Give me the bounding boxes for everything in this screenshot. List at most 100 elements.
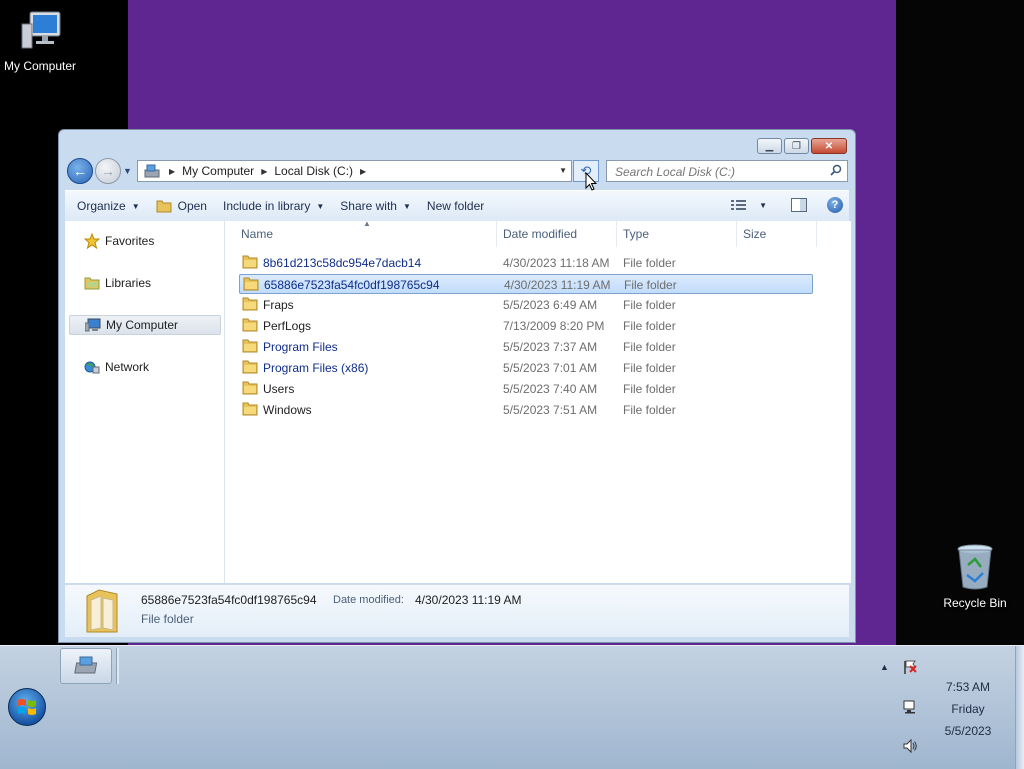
command-bar: Organize ▼ Open Include in library ▼ Sha…: [65, 190, 849, 222]
file-name: Program Files: [263, 340, 338, 354]
file-date: 5/5/2023 7:01 AM: [503, 361, 598, 375]
crumb-separator-icon[interactable]: ▶: [169, 167, 175, 176]
file-type: File folder: [623, 361, 676, 375]
crumb-separator-icon[interactable]: ▶: [261, 167, 267, 176]
file-type: File folder: [624, 278, 677, 292]
clock-day: Friday: [951, 702, 985, 716]
folder-icon: [242, 339, 258, 353]
column-label-size: Size: [743, 227, 767, 241]
forward-button[interactable]: →: [95, 158, 121, 184]
arrow-right-icon: →: [101, 163, 115, 179]
show-desktop-button[interactable]: [1015, 646, 1024, 769]
restore-button[interactable]: ❐: [784, 138, 809, 154]
file-type: File folder: [623, 382, 676, 396]
open-button[interactable]: Open: [148, 191, 215, 221]
include-in-library-button[interactable]: Include in library ▼: [215, 191, 332, 221]
file-row-selected[interactable]: 65886e7523fa54fc0df198765c94 4/30/2023 1…: [239, 274, 813, 294]
open-label: Open: [177, 199, 207, 213]
close-button[interactable]: ✕: [811, 138, 847, 154]
libraries-icon: [83, 275, 101, 291]
details-date-label: Date modified:: [333, 594, 404, 606]
file-date: 4/30/2023 11:18 AM: [503, 256, 610, 270]
nav-label-libraries: Libraries: [105, 276, 152, 290]
file-type: File folder: [623, 340, 676, 354]
file-date: 5/5/2023 7:51 AM: [503, 403, 598, 417]
star-icon: [83, 233, 101, 249]
taskbar-explorer-button[interactable]: [60, 648, 112, 684]
navigation-row: ← → ▼ ▶ My Computer ▶ Local Disk (C:) ▶ …: [65, 158, 849, 188]
details-type: File folder: [141, 612, 194, 626]
folder-icon: [242, 360, 258, 374]
breadcrumb-local-disk[interactable]: Local Disk (C:): [274, 164, 353, 178]
file-row[interactable]: 8b61d213c58dc954e7dacb14 4/30/2023 11:18…: [239, 253, 813, 273]
folder-icon: [243, 277, 259, 291]
organize-button[interactable]: Organize ▼: [69, 191, 148, 221]
file-type: File folder: [623, 256, 676, 270]
chevron-down-icon: ▼: [759, 200, 767, 210]
minimize-button[interactable]: ▁: [757, 138, 782, 154]
taskbar-clock[interactable]: 7:53 AM Friday 5/5/2023: [930, 676, 1006, 742]
details-pane: 65886e7523fa54fc0df198765c94 Date modifi…: [65, 584, 849, 637]
help-icon: ?: [831, 199, 839, 211]
action-center-flag-icon[interactable]: [902, 659, 918, 675]
show-hidden-icons-button[interactable]: ▲: [880, 662, 889, 672]
desktop-icon-recycle-bin[interactable]: Recycle Bin: [935, 543, 1015, 610]
column-header-name[interactable]: Name: [235, 221, 497, 247]
chevron-down-icon: ▼: [316, 201, 325, 211]
address-bar[interactable]: ▶ My Computer ▶ Local Disk (C:) ▶ ▼: [137, 160, 572, 182]
column-label-date-modified: Date modified: [503, 227, 578, 241]
computer-icon: [84, 317, 102, 333]
back-button[interactable]: ←: [67, 158, 93, 184]
file-row[interactable]: Windows 5/5/2023 7:51 AM File folder: [239, 400, 813, 420]
network-status-icon[interactable]: [902, 699, 918, 715]
help-button[interactable]: ?: [827, 197, 843, 213]
file-row[interactable]: Program Files 5/5/2023 7:37 AM File fold…: [239, 337, 813, 357]
column-header-row: ▲ Name Date modified Type Size: [225, 219, 851, 247]
recent-pages-dropdown[interactable]: ▼: [123, 166, 133, 176]
preview-pane-icon[interactable]: [791, 198, 807, 212]
new-folder-button[interactable]: New folder: [419, 191, 492, 221]
column-header-date-modified[interactable]: Date modified: [497, 221, 617, 247]
column-header-size[interactable]: Size: [737, 221, 817, 247]
file-row[interactable]: Users 5/5/2023 7:40 AM File folder: [239, 379, 813, 399]
file-name: Fraps: [263, 298, 294, 312]
nav-label-my-computer: My Computer: [106, 318, 179, 332]
organize-label: Organize: [77, 199, 126, 213]
file-row[interactable]: Fraps 5/5/2023 6:49 AM File folder: [239, 295, 813, 315]
nav-item-libraries[interactable]: Libraries: [69, 273, 221, 293]
view-options-button[interactable]: ▼: [731, 199, 767, 211]
file-row[interactable]: Program Files (x86) 5/5/2023 7:01 AM Fil…: [239, 358, 813, 378]
large-folder-icon: [86, 589, 118, 633]
volume-icon[interactable]: [902, 738, 918, 754]
search-icon[interactable]: [830, 164, 842, 176]
breadcrumb-my-computer[interactable]: My Computer: [182, 164, 254, 178]
file-row[interactable]: PerfLogs 7/13/2009 8:20 PM File folder: [239, 316, 813, 336]
column-header-type[interactable]: Type: [617, 221, 737, 247]
share-with-button[interactable]: Share with ▼: [332, 191, 419, 221]
address-dropdown-icon[interactable]: ▼: [559, 166, 567, 175]
search-box[interactable]: [606, 160, 848, 182]
start-button[interactable]: [8, 688, 46, 726]
file-type: File folder: [623, 403, 676, 417]
folder-icon: [242, 255, 258, 269]
desktop-icon-label: Recycle Bin: [943, 596, 1007, 610]
folder-icon: [242, 402, 258, 416]
new-folder-label: New folder: [426, 199, 485, 213]
file-name: Program Files (x86): [263, 361, 369, 375]
nav-item-network[interactable]: Network: [69, 357, 221, 377]
toolbar-right: ▼ ?: [731, 197, 843, 213]
file-date: 5/5/2023 7:37 AM: [503, 340, 598, 354]
file-name: Windows: [263, 403, 312, 417]
search-input[interactable]: [613, 162, 817, 182]
chevron-down-icon: ▼: [402, 201, 411, 211]
nav-item-my-computer[interactable]: My Computer: [69, 315, 221, 335]
folder-icon: [242, 297, 258, 311]
crumb-separator-icon[interactable]: ▶: [360, 167, 366, 176]
file-list: ▲ Name Date modified Type Size 8b61d213c…: [225, 219, 851, 583]
explorer-window: ▁ ❐ ✕ ← → ▼ ▶ My Computer ▶ Local Disk (…: [58, 129, 856, 643]
nav-label-network: Network: [105, 360, 150, 374]
nav-item-favorites[interactable]: Favorites: [69, 231, 221, 251]
taskbar: ▲ 7:53 AM Friday 5/5/2023: [0, 645, 1024, 769]
desktop-icon-my-computer[interactable]: My Computer: [0, 10, 80, 73]
file-type: File folder: [623, 298, 676, 312]
